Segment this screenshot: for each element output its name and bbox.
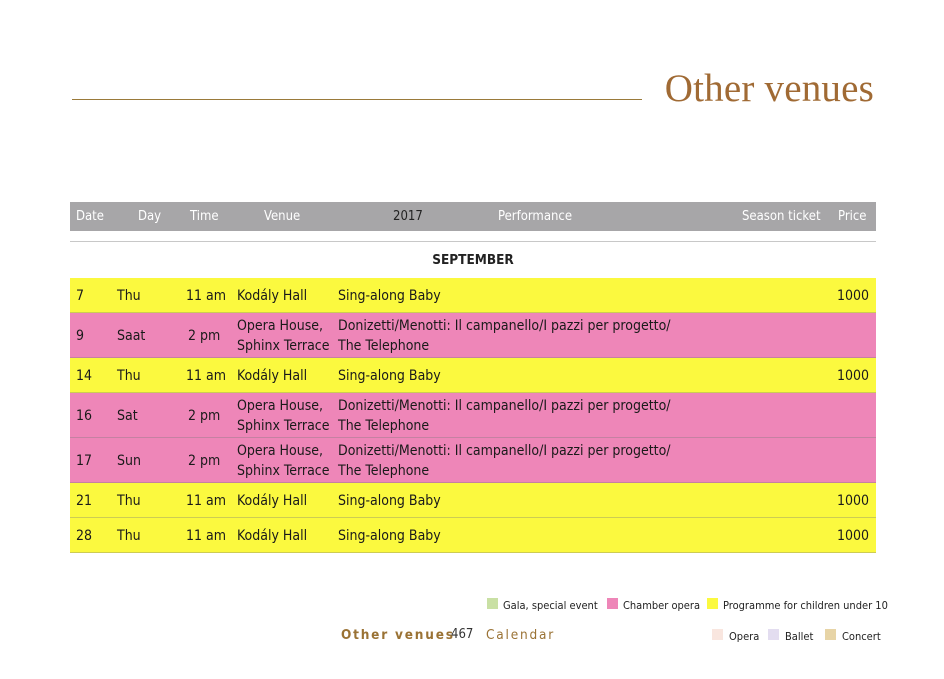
concert-swatch	[825, 629, 836, 640]
cell-date: 9	[76, 328, 85, 344]
ballet-swatch	[768, 629, 779, 640]
legend-ballet: Ballet	[785, 630, 814, 643]
header-day: Day	[138, 209, 162, 224]
cell-performance-line2: The Telephone	[338, 418, 430, 434]
month-heading: SEPTEMBER	[432, 252, 514, 268]
chamber-opera-swatch	[607, 598, 618, 609]
legend-concert: Concert	[842, 630, 881, 643]
page-number: 467	[451, 627, 474, 642]
cell-venue: Kodály Hall	[237, 493, 308, 509]
table-row: 9 Saat 2 pm Opera House, Sphinx Terrace …	[70, 313, 876, 358]
header-performance: Performance	[498, 209, 573, 224]
cell-day: Sat	[117, 408, 138, 424]
header-date: Date	[76, 209, 104, 224]
cell-performance: Sing-along Baby	[338, 528, 441, 544]
cell-performance: Donizetti/Menotti: Il campanello/I pazzi…	[338, 318, 671, 334]
legend-children: Programme for children under 10	[723, 599, 888, 612]
header-venue: Venue	[264, 209, 301, 224]
cell-performance: Sing-along Baby	[338, 288, 441, 304]
table-row: 14 Thu 11 am Kodály Hall Sing-along Baby…	[70, 358, 876, 393]
cell-price: 1000	[837, 368, 870, 384]
footer-chapter: Calendar	[486, 627, 556, 643]
cell-time: 11 am	[186, 493, 227, 509]
cell-date: 14	[76, 368, 93, 384]
legend-gala: Gala, special event	[503, 599, 598, 612]
cell-venue: Kodály Hall	[237, 368, 308, 384]
table-header: Date Day Time Venue 2017 Performance Sea…	[70, 202, 876, 231]
cell-time: 11 am	[186, 368, 227, 384]
cell-day: Sun	[117, 453, 141, 469]
cell-venue: Kodály Hall	[237, 288, 308, 304]
cell-venue: Opera House,	[237, 398, 324, 414]
cell-venue: Kodály Hall	[237, 528, 308, 544]
cell-performance-line2: The Telephone	[338, 463, 430, 479]
cell-time: 11 am	[186, 528, 227, 544]
cell-venue-line2: Sphinx Terrace	[237, 338, 330, 354]
cell-venue: Opera House,	[237, 443, 324, 459]
cell-date: 28	[76, 528, 93, 544]
cell-day: Thu	[117, 368, 141, 384]
page-title: Other venues	[664, 67, 874, 110]
table-row: 21 Thu 11 am Kodály Hall Sing-along Baby…	[70, 483, 876, 518]
cell-venue-line2: Sphinx Terrace	[237, 463, 330, 479]
table-row: 28 Thu 11 am Kodály Hall Sing-along Baby…	[70, 518, 876, 553]
cell-day: Saat	[117, 328, 146, 344]
cell-price: 1000	[837, 528, 870, 544]
header-year: 2017	[393, 209, 423, 224]
cell-performance: Donizetti/Menotti: Il campanello/I pazzi…	[338, 398, 671, 414]
month-divider	[70, 241, 876, 242]
header-season-ticket: Season ticket	[742, 209, 821, 224]
cell-price: 1000	[837, 493, 870, 509]
cell-day: Thu	[117, 528, 141, 544]
cell-venue-line2: Sphinx Terrace	[237, 418, 330, 434]
cell-date: 16	[76, 408, 93, 424]
legend-chamber-opera: Chamber opera	[623, 599, 701, 612]
cell-performance-line2: The Telephone	[338, 338, 430, 354]
cell-performance: Donizetti/Menotti: Il campanello/I pazzi…	[338, 443, 671, 459]
cell-venue: Opera House,	[237, 318, 324, 334]
cell-performance: Sing-along Baby	[338, 493, 441, 509]
table-row: 7 Thu 11 am Kodály Hall Sing-along Baby …	[70, 278, 876, 313]
table-row: 16 Sat 2 pm Opera House, Sphinx Terrace …	[70, 393, 876, 438]
cell-day: Thu	[117, 493, 141, 509]
cell-day: Thu	[117, 288, 141, 304]
cell-date: 21	[76, 493, 93, 509]
children-swatch	[707, 598, 718, 609]
legend-opera: Opera	[729, 630, 760, 643]
footer-section: Other venues	[341, 627, 455, 643]
opera-swatch	[712, 629, 723, 640]
cell-time: 2 pm	[188, 453, 221, 469]
cell-time: 11 am	[186, 288, 227, 304]
cell-time: 2 pm	[188, 328, 221, 344]
table-row: 17 Sun 2 pm Opera House, Sphinx Terrace …	[70, 438, 876, 483]
cell-date: 7	[76, 288, 85, 304]
cell-date: 17	[76, 453, 93, 469]
title-rule	[72, 99, 642, 100]
cell-price: 1000	[837, 288, 870, 304]
cell-time: 2 pm	[188, 408, 221, 424]
header-price: Price	[838, 209, 867, 224]
header-time: Time	[190, 209, 219, 224]
gala-swatch	[487, 598, 498, 609]
cell-performance: Sing-along Baby	[338, 368, 441, 384]
